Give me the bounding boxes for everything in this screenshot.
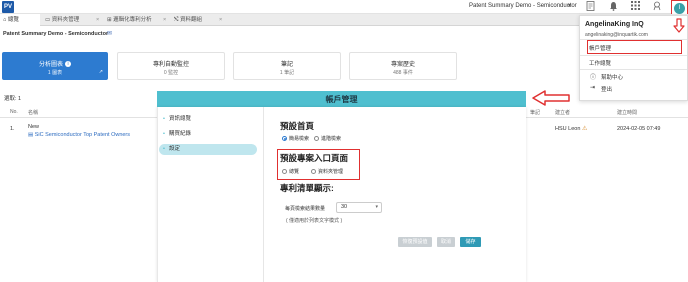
radio-label: 資料夾管理 (318, 169, 344, 175)
per-page-note: ( 僅適用於列表文字模式 ) (286, 218, 343, 224)
card-title: 專利自動監控 (152, 62, 189, 68)
annotation-arrow-down-icon (673, 18, 685, 33)
per-page-label: 每頁檢索結果數量 (285, 206, 326, 212)
menu-item-logout[interactable]: 登出 (601, 85, 612, 93)
row-creator: HSU Leon (555, 126, 581, 132)
chevron-down-icon[interactable]: ▾ (568, 2, 571, 9)
top-bar: PV Patent Summary Demo - Semiconductor ▾ (0, 0, 688, 14)
radio-dot (311, 169, 316, 175)
radio-overview[interactable]: 總覽 (282, 168, 299, 175)
radio-dot (314, 136, 319, 142)
close-icon[interactable]: × (163, 14, 166, 26)
tab-folder-management[interactable]: ▭ 資料夾管理 (42, 14, 102, 26)
menu-divider (580, 69, 687, 70)
close-icon[interactable]: × (96, 14, 99, 26)
card-sub: 0 監控 (163, 70, 179, 76)
row-chart-link[interactable]: ▤ SiC Semiconductor Top Patent Owners (28, 132, 130, 138)
per-page-value: 30 (341, 204, 348, 210)
app-logo[interactable]: PV (2, 1, 14, 13)
column-header-name[interactable]: 名稱 (28, 109, 38, 116)
save-button[interactable]: 儲存 (460, 237, 481, 247)
default-home-title: 預設首頁 (280, 121, 315, 131)
user-group-icon: ⚠ (582, 126, 588, 132)
card-sub: 488 事件 (393, 70, 413, 76)
radio-dot (282, 169, 287, 175)
cancel-button[interactable]: 取消 (437, 237, 455, 247)
column-header-created-at[interactable]: 建立時間 (617, 109, 637, 116)
card-patent-monitor[interactable]: 專利自動監控 0 監控 (117, 52, 225, 80)
sidebar-item-settings[interactable]: 設定 (159, 144, 257, 155)
per-page-select[interactable]: 30 ▾ (336, 202, 382, 213)
user-name: AngelinaKing InQ (585, 21, 644, 28)
restore-defaults-button[interactable]: 恢復預設值 (398, 237, 432, 247)
modal-title: 帳戶管理 (325, 95, 358, 104)
card-title: 筆記 (280, 62, 293, 68)
radio-simple-search[interactable]: 簡易檢索 (282, 135, 309, 142)
patent-list-title: 專利清單顯示: (280, 183, 334, 193)
chart-icon: ▤ (28, 132, 35, 138)
radio-folder-management[interactable]: 資料夾管理 (311, 168, 343, 175)
radio-label: 進階檢索 (321, 136, 342, 142)
menu-item-work-overview[interactable]: 工作總覽 (589, 59, 611, 67)
mail-icon[interactable]: ✉ (107, 30, 112, 37)
page-title: Patent Summary Demo - Semiconductor (3, 31, 109, 37)
card-title: 專案歷史 (390, 62, 415, 68)
card-title: 分析圖表 (38, 62, 63, 68)
tab-logic-analysis[interactable]: ⊞ 邏輯化專利分析 (104, 14, 164, 26)
project-selector[interactable]: Patent Summary Demo - Semiconductor (469, 3, 577, 9)
menu-item-help-center[interactable]: 幫助中心 (601, 73, 623, 81)
user-email: angelinaking@inquartik.com (585, 32, 648, 38)
column-header-no: No. (10, 109, 18, 115)
row-link-label: SiC Semiconductor Top Patent Owners (34, 132, 131, 138)
sidebar-item-overview[interactable]: 資訊總覽 (159, 114, 257, 125)
default-project-entry-title: 預設專案入口頁面 (280, 153, 349, 163)
tab-overview[interactable]: ⌂ 總覽 (0, 14, 40, 26)
selected-count: 選取: 1 (4, 96, 22, 102)
tab-label: 邏輯化專利分析 (113, 17, 152, 23)
card-notes[interactable]: 筆記 1 筆記 (233, 52, 341, 80)
home-icon: ⌂ (3, 17, 7, 23)
avatar[interactable]: I (674, 3, 685, 14)
annotation-arrow-left-icon (532, 90, 570, 106)
apps-grid-icon[interactable] (629, 1, 641, 13)
card-sub: 1 圖表 (47, 70, 63, 76)
row-number: 1. (10, 126, 15, 132)
info-icon: i (65, 61, 71, 68)
column-header-creator[interactable]: 建立者 (555, 109, 570, 116)
document-export-icon[interactable] (584, 1, 596, 13)
close-icon[interactable]: × (219, 14, 222, 26)
shuffle-icon: ⤭ (174, 17, 179, 23)
tab-label: 資料夾管理 (51, 17, 80, 23)
bell-icon[interactable] (607, 1, 619, 13)
column-header-note[interactable]: 筆記 (530, 109, 540, 116)
radio-advanced-search[interactable]: 進階檢索 (314, 135, 341, 142)
astronaut-icon[interactable] (651, 1, 663, 13)
chevron-down-icon: ▾ (375, 204, 378, 210)
radio-label: 簡易檢索 (289, 136, 310, 142)
modal-header: 帳戶管理 (157, 91, 526, 107)
external-link-icon[interactable]: ↗ (99, 69, 103, 75)
tab-label: 總覽 (7, 17, 19, 23)
radio-dot (282, 136, 287, 142)
card-sub: 1 筆記 (279, 70, 295, 76)
card-analysis-charts[interactable]: 分析圖表 i 1 圖表 ↗ (2, 52, 108, 80)
tab-label: 資料翻組 (179, 17, 202, 23)
card-project-history[interactable]: 專案歷史 488 事件 (349, 52, 457, 80)
menu-divider (580, 55, 687, 56)
row-title[interactable]: New (28, 124, 39, 130)
analysis-icon: ⊞ (107, 17, 112, 23)
help-icon: ⓘ (590, 75, 597, 81)
tab-data-regroup[interactable]: ⤭ 資料翻組 (171, 14, 223, 26)
row-created-at: 2024-02-05 07:49 (617, 126, 661, 132)
menu-item-account-management[interactable]: 帳戶管理 (589, 44, 611, 52)
sidebar-item-purchases[interactable]: 購買紀錄 (159, 129, 257, 140)
radio-label: 總覽 (289, 169, 300, 175)
modal-divider (263, 107, 264, 282)
folder-icon: ▭ (45, 17, 51, 23)
logout-icon: ⇥ (590, 85, 596, 91)
